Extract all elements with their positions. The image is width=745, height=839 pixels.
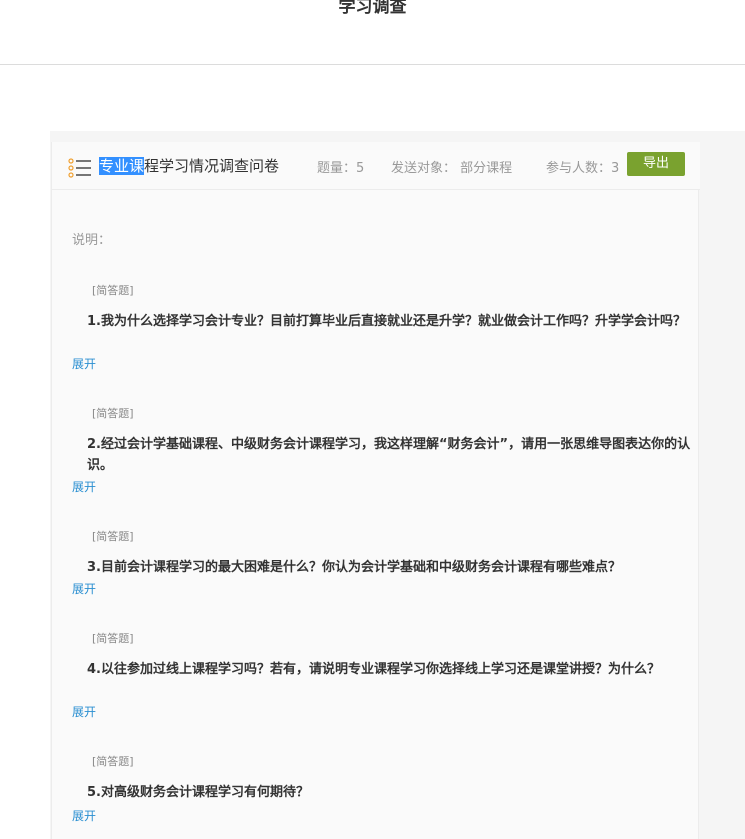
survey-header: 专业课程学习情况调查问卷 题量：5 发送对象： 部分课程 参与人数：3 导出 bbox=[52, 142, 700, 190]
expand-link[interactable]: 展开 bbox=[72, 355, 96, 372]
expand-link[interactable]: 展开 bbox=[72, 703, 96, 720]
survey-title-selected: 专业课 bbox=[99, 157, 145, 175]
question-type: [简答题] bbox=[92, 407, 134, 420]
question-text: 2.经过会计学基础课程、中级财务会计课程学习，我这样理解“财务会计”，请用一张思… bbox=[87, 437, 691, 473]
question-text: 3.目前会计课程学习的最大困难是什么？你认为会计学基础和中级财务会计课程有哪些难… bbox=[87, 560, 621, 575]
survey-title-rest: 程学习情况调查问卷 bbox=[144, 157, 280, 175]
question-text: 5.对高级财务会计课程学习有何期待？ bbox=[87, 785, 309, 800]
expand-link[interactable]: 展开 bbox=[72, 807, 96, 824]
survey-title: 专业课程学习情况调查问卷 bbox=[99, 155, 279, 176]
expand-link[interactable]: 展开 bbox=[72, 478, 96, 495]
export-button[interactable]: 导出 bbox=[627, 152, 685, 176]
send-target: 发送对象： 部分课程 bbox=[391, 161, 513, 176]
content-area: 专业课程学习情况调查问卷 题量：5 发送对象： 部分课程 参与人数：3 导出 说… bbox=[50, 131, 745, 839]
question-type: [简答题] bbox=[92, 284, 134, 297]
participant-count: 参与人数：3 bbox=[546, 161, 620, 176]
question-text: 4.以往参加过线上课程学习吗？若有，请说明专业课程学习你选择线上学习还是课堂讲授… bbox=[87, 662, 660, 677]
question-type: [简答题] bbox=[92, 530, 134, 543]
expand-link[interactable]: 展开 bbox=[72, 580, 96, 597]
question-type: [简答题] bbox=[92, 632, 134, 645]
survey-card: 专业课程学习情况调查问卷 题量：5 发送对象： 部分课程 参与人数：3 导出 说… bbox=[51, 142, 700, 839]
top-bar: 学习调查 bbox=[0, 0, 745, 65]
question-count: 题量：5 bbox=[317, 161, 365, 176]
question-text: 1.我为什么选择学习会计专业？目前打算毕业后直接就业还是升学？就业做会计工作吗？… bbox=[87, 314, 686, 329]
question-type: [简答题] bbox=[92, 755, 134, 768]
list-icon bbox=[68, 158, 91, 178]
page-title: 学习调查 bbox=[338, 0, 407, 17]
description-label: 说明： bbox=[72, 233, 112, 248]
